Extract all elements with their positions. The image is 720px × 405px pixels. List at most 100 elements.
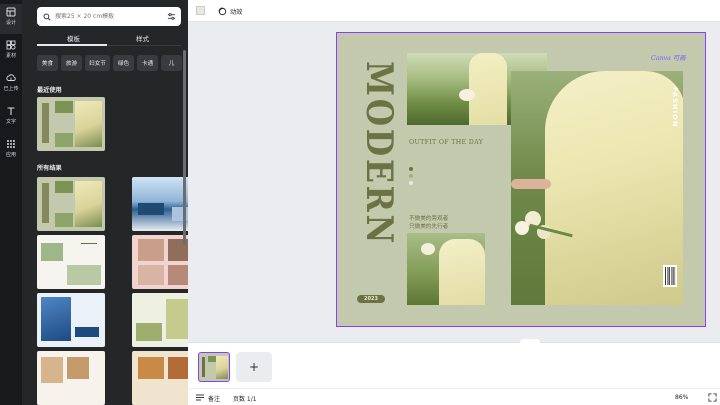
chip-womens-day[interactable]: 妇女节: [85, 55, 110, 71]
chip-food[interactable]: 美食: [37, 55, 58, 71]
thumb-photo-building: [41, 297, 71, 341]
animate-button[interactable]: 动效: [218, 5, 242, 17]
filter-icon[interactable]: [167, 12, 176, 21]
rail-text-button[interactable]: 文字: [0, 103, 22, 133]
barcode-graphic[interactable]: [663, 265, 677, 287]
upload-icon: [6, 74, 16, 81]
thumb-photo-grass: [136, 323, 162, 341]
rail-upload-label: 已上传: [3, 86, 19, 92]
strip-drag-handle[interactable]: [520, 339, 540, 347]
thumb-photo-bottom: [55, 213, 73, 227]
vertical-title-text: MODERN: [358, 61, 397, 246]
chip-kids[interactable]: 儿: [161, 55, 182, 71]
thumb-photo-kid-1: [138, 239, 164, 261]
template-thumb-7[interactable]: [37, 351, 105, 405]
template-thumb-8[interactable]: [132, 351, 188, 405]
rail-elements-label: 素材: [5, 53, 16, 59]
design-vertical-title[interactable]: MODERN: [353, 53, 397, 253]
design-page[interactable]: MODERN OUTFIT OF THE DAY 不做美的旁观者 只做美的先行者…: [336, 32, 706, 327]
template-search-box[interactable]: [37, 7, 181, 26]
template-thumb-1[interactable]: [37, 177, 105, 231]
thumb-photo-plant: [41, 243, 63, 261]
editor-toolbar: 动效: [188, 0, 720, 22]
animate-icon: [218, 7, 227, 15]
photo-dress-upper: [469, 53, 507, 125]
left-rail: 设计 素材 已上传 文字 应用: [0, 0, 22, 405]
thumb-text-welcome: [75, 327, 99, 337]
thumb-title-bar: [42, 183, 49, 223]
template-thumb-3[interactable]: [37, 235, 105, 289]
chip-green[interactable]: 绿色: [113, 55, 134, 71]
design-dot-3: [409, 181, 413, 185]
thumb-photo-field: [67, 265, 101, 285]
templates-panel: 模板 样式 美食 旅游 妇女节 绿色 卡通 儿 最近使用 所有结果: [22, 0, 188, 405]
panel-scrollbar[interactable]: [183, 50, 186, 245]
page-1-thumbnail[interactable]: [198, 352, 230, 382]
apps-icon: [7, 140, 15, 148]
text-icon: [7, 107, 15, 115]
recent-template-thumb[interactable]: [37, 97, 105, 151]
template-thumb-6[interactable]: [132, 293, 188, 347]
chip-cartoon[interactable]: 卡通: [137, 55, 158, 71]
rail-upload-button[interactable]: 已上传: [0, 70, 22, 100]
thumb-photo-food-2: [168, 357, 188, 379]
notes-button[interactable]: 备注: [208, 394, 220, 403]
rail-apps-label: 应用: [5, 152, 16, 158]
thumb-text-block: [81, 243, 97, 257]
design-icon: [6, 7, 16, 17]
design-dot-2: [409, 174, 413, 178]
page-count: 页数 1/1: [233, 396, 257, 403]
pages-strip: +: [188, 342, 720, 388]
photo-flowers-lower: [421, 243, 435, 255]
design-dot-1: [409, 167, 413, 171]
expand-icon[interactable]: [708, 393, 717, 402]
thumb-photo-main: [75, 181, 102, 227]
photo-flower-bouquet: [515, 211, 575, 243]
year-badge[interactable]: 2023: [357, 295, 385, 303]
background-color-swatch[interactable]: [196, 6, 205, 15]
thumb-photo-dog-2: [67, 357, 89, 379]
rail-design-button[interactable]: 设计: [0, 4, 22, 34]
template-search-input[interactable]: [55, 13, 165, 20]
active-tab-indicator: [37, 44, 107, 46]
thumb-photo-girl: [166, 299, 188, 339]
slogan-line-1[interactable]: 不做美的旁观者: [409, 214, 448, 222]
photo-flowers-upper: [459, 89, 475, 101]
photo-dress-lower: [439, 239, 485, 305]
rail-design-label: 设计: [5, 20, 16, 26]
template-thumb-2[interactable]: [132, 177, 188, 231]
thumb-title-bar: [42, 103, 49, 143]
template-thumb-5[interactable]: [37, 293, 105, 347]
slogan-line-2[interactable]: 只做美的先行者: [409, 222, 448, 230]
fashion-vertical-text[interactable]: FASHION: [670, 83, 682, 193]
search-icon: [43, 12, 51, 21]
photo-arm: [511, 179, 551, 189]
rail-elements-button[interactable]: 素材: [0, 37, 22, 67]
thumb-photo-top: [208, 356, 216, 362]
rail-apps-button[interactable]: 应用: [0, 136, 22, 166]
thumb-photo-sea: [138, 203, 164, 215]
tab-styles[interactable]: 样式: [136, 33, 149, 43]
thumb-photo-top: [55, 181, 73, 193]
thumb-photo-main: [216, 356, 228, 379]
thumb-photo-kid-4: [168, 265, 188, 285]
add-page-button[interactable]: +: [236, 352, 272, 382]
rail-text-label: 文字: [5, 119, 16, 125]
tab-templates[interactable]: 模板: [67, 33, 80, 43]
chip-travel[interactable]: 旅游: [61, 55, 82, 71]
zoom-level[interactable]: 86%: [675, 394, 688, 401]
thumb-photo-food-1: [138, 357, 164, 379]
thumb-photo-bottom: [55, 133, 73, 147]
recent-section-title: 最近使用: [37, 87, 62, 94]
thumb-photo-top: [55, 101, 73, 113]
status-footer: 备注 页数 1/1 86%: [188, 388, 720, 405]
brand-logo-text[interactable]: Canva 可画: [651, 53, 686, 62]
fashion-text: FASHION: [671, 87, 679, 128]
elements-icon: [6, 40, 16, 50]
photo-girl-main[interactable]: [511, 71, 683, 305]
outfit-of-the-day-text[interactable]: OUTFIT OF THE DAY: [409, 139, 483, 146]
all-results-section-title: 所有结果: [37, 165, 62, 172]
photo-girl-lower[interactable]: [407, 233, 485, 305]
template-thumb-4[interactable]: [132, 235, 188, 289]
thumb-photo-main: [75, 101, 102, 147]
